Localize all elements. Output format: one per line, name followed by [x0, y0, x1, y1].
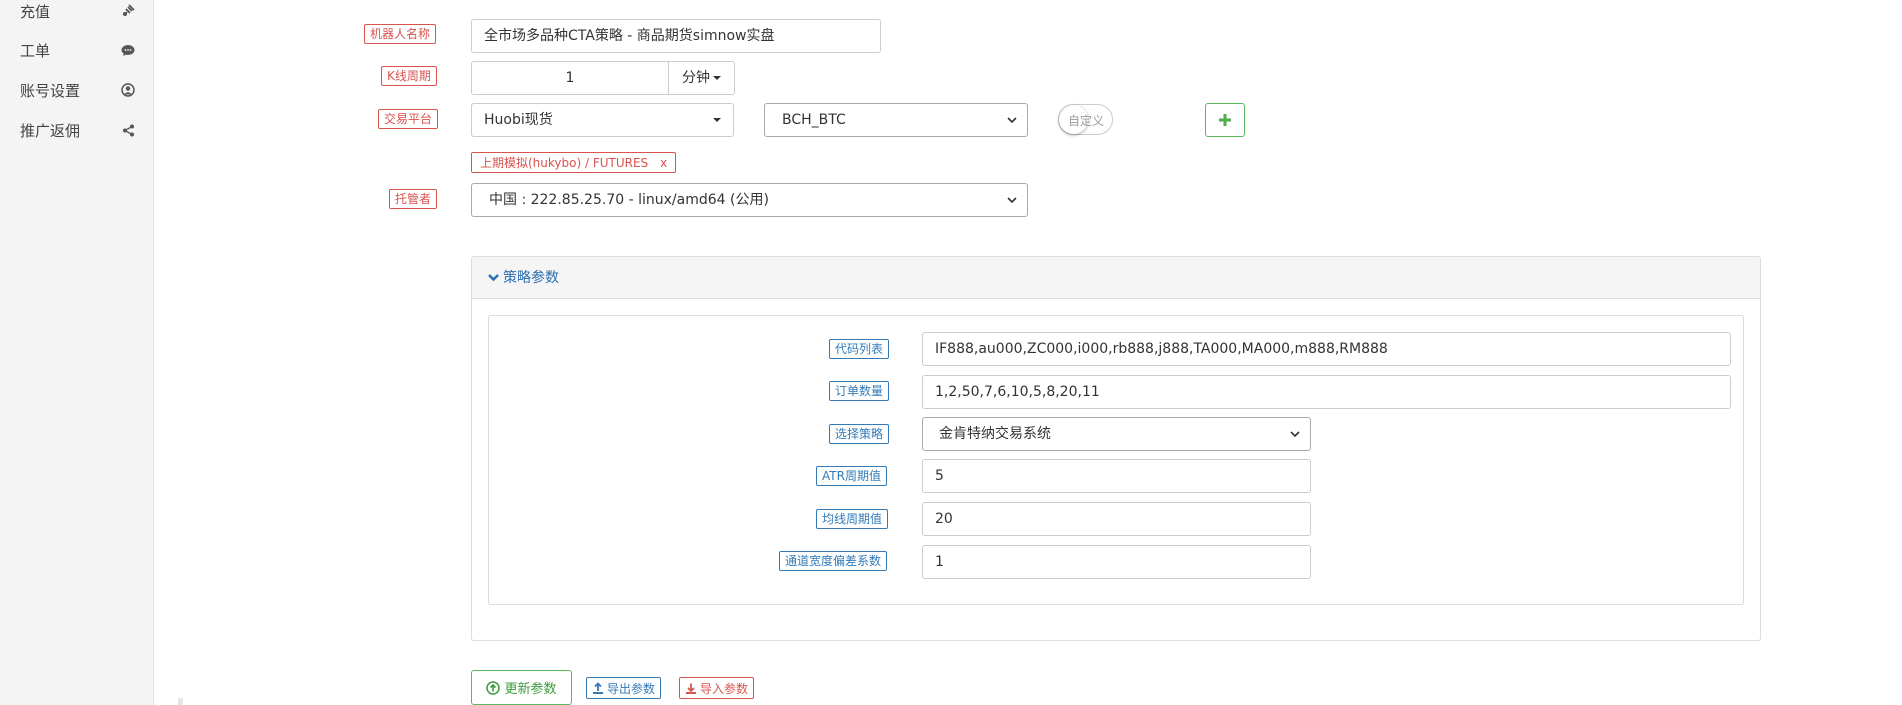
- plug-icon: [120, 3, 136, 19]
- custodian-label: 托管者: [389, 189, 438, 209]
- export-icon: [593, 682, 603, 694]
- plus-icon: [1219, 114, 1231, 126]
- share-icon: [120, 122, 136, 138]
- sidebar-item-referral[interactable]: 推广返佣: [0, 116, 154, 144]
- divider: [178, 698, 183, 705]
- chevron-down-icon: [1290, 431, 1300, 438]
- custodian-select-value: 中国 : 222.85.25.70 - linux/amd64 (公用): [489, 192, 769, 208]
- param-label-ma-period: 均线周期值: [816, 509, 889, 529]
- arrow-up-circle-icon: [486, 680, 501, 695]
- chevron-down-icon: [1007, 117, 1017, 124]
- strategy-params-header[interactable]: 策略参数: [472, 257, 1760, 299]
- robot-name-label: 机器人名称: [364, 24, 437, 44]
- import-params-button[interactable]: 导入参数: [679, 677, 755, 699]
- import-params-label: 导入参数: [700, 681, 749, 696]
- kline-unit-dropdown[interactable]: 分钟: [668, 61, 735, 95]
- sidebar-item-label: 推广返佣: [20, 121, 81, 140]
- update-params-button[interactable]: 更新参数: [471, 670, 572, 705]
- param-input-code-list[interactable]: IF888,au000,ZC000,i000,rb888,j888,TA000,…: [922, 332, 1731, 366]
- exchange-label: 交易平台: [378, 109, 439, 129]
- custodian-select[interactable]: 中国 : 222.85.25.70 - linux/amd64 (公用): [471, 183, 1028, 217]
- pair-select[interactable]: BCH_BTC: [764, 103, 1028, 137]
- sidebar-item-ticket[interactable]: 工单: [0, 36, 154, 64]
- sidebar-item-label: 充值: [20, 2, 51, 21]
- exchange-select[interactable]: Huobi现货: [471, 103, 734, 137]
- chat-icon: [120, 42, 136, 58]
- strategy-params-title: 策略参数: [503, 270, 559, 286]
- param-input-ma-period[interactable]: 20: [922, 502, 1311, 536]
- sidebar: 充值 工单 账号设置 推广返佣: [0, 0, 154, 705]
- sidebar-item-label: 工单: [20, 41, 51, 60]
- kline-period-label: K线周期: [381, 66, 437, 86]
- kline-period-input[interactable]: 1: [471, 61, 669, 95]
- param-input-order-qty[interactable]: 1,2,50,7,6,10,5,8,20,11: [922, 375, 1731, 409]
- kline-unit-label: 分钟: [682, 70, 710, 86]
- import-icon: [686, 683, 696, 694]
- caret-down-icon: [713, 76, 721, 80]
- export-params-label: 导出参数: [607, 681, 656, 696]
- chevron-down-icon: [488, 274, 499, 282]
- custom-toggle-label: 自定义: [1068, 114, 1105, 128]
- update-params-label: 更新参数: [504, 682, 557, 697]
- selected-exchange-tag: 上期模拟(hukybo) / FUTURES x: [471, 152, 677, 173]
- add-exchange-button[interactable]: [1205, 103, 1245, 137]
- param-input-channel-width[interactable]: 1: [922, 545, 1311, 579]
- custom-toggle[interactable]: 自定义: [1058, 104, 1113, 135]
- sidebar-item-account-settings[interactable]: 账号设置: [0, 76, 154, 104]
- caret-down-icon: [713, 118, 721, 122]
- pair-select-value: BCH_BTC: [782, 112, 846, 128]
- exchange-tag-label: 上期模拟(hukybo) / FUTURES: [480, 155, 649, 170]
- robot-name-input[interactable]: 全市场多品种CTA策略 - 商品期货simnow实盘: [471, 19, 881, 53]
- param-label-strategy: 选择策略: [829, 424, 890, 444]
- exchange-select-value: Huobi现货: [484, 112, 553, 128]
- param-label-channel-width: 通道宽度偏差系数: [779, 551, 888, 571]
- param-label-order-qty: 订单数量: [829, 381, 890, 401]
- param-select-strategy-value: 金肯特纳交易系统: [939, 426, 1051, 442]
- chevron-down-icon: [1007, 197, 1017, 204]
- param-label-code-list: 代码列表: [829, 339, 890, 359]
- export-params-button[interactable]: 导出参数: [586, 677, 662, 699]
- param-label-atr-period: ATR周期值: [816, 466, 887, 486]
- user-circle-icon: [120, 82, 136, 98]
- param-input-atr-period[interactable]: 5: [922, 459, 1311, 493]
- sidebar-item-label: 账号设置: [20, 81, 81, 100]
- sidebar-item-recharge[interactable]: 充值: [0, 0, 154, 25]
- remove-exchange-tag-button[interactable]: x: [660, 154, 667, 172]
- param-select-strategy[interactable]: 金肯特纳交易系统: [922, 417, 1311, 451]
